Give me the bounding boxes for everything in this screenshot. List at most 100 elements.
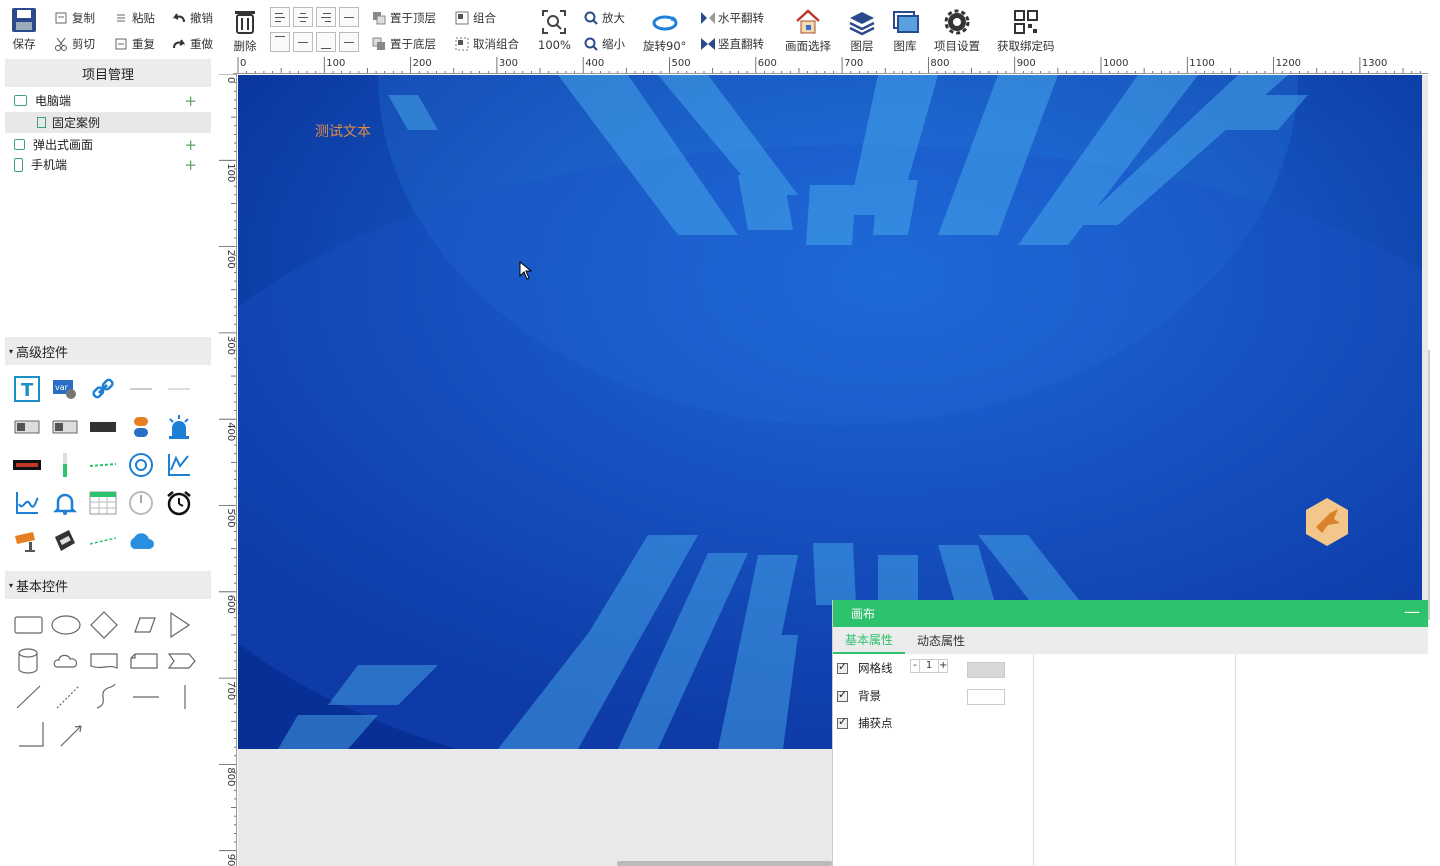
background-color-swatch[interactable] xyxy=(967,689,1005,705)
undo-button[interactable]: 撤销 xyxy=(172,10,213,26)
redo-button[interactable]: 重做 xyxy=(172,36,213,52)
bird-logo-icon[interactable] xyxy=(1304,497,1350,547)
add-mobile-page-button[interactable]: + xyxy=(184,156,197,174)
zoom-out-button[interactable]: 缩小 xyxy=(584,36,625,52)
horizontal-scrollbar[interactable] xyxy=(617,861,832,866)
align-center-button[interactable] xyxy=(293,7,313,27)
project-manager-title: 项目管理 xyxy=(81,67,134,83)
align-middle-button[interactable] xyxy=(293,32,313,52)
cylinder-shape xyxy=(18,648,38,674)
parallelogram-shape xyxy=(134,617,156,633)
dial-gauge-control[interactable] xyxy=(126,488,156,518)
gallery-button[interactable]: 图库 xyxy=(891,8,919,54)
pipe-control[interactable] xyxy=(88,450,118,480)
project-settings-button[interactable]: 项目设置 xyxy=(934,8,980,54)
clock-control[interactable] xyxy=(164,488,194,518)
grid-size-value[interactable]: 1 xyxy=(920,659,938,673)
input-box-control[interactable] xyxy=(88,412,118,442)
counter-12-control[interactable] xyxy=(50,412,80,442)
send-bottom-button[interactable]: 置于底层 xyxy=(372,36,436,52)
minimize-button[interactable]: — xyxy=(1404,604,1420,620)
line-chart-control[interactable] xyxy=(164,450,194,480)
canvas-text-label[interactable]: 测试文本 xyxy=(315,121,371,141)
basic-controls-header[interactable]: ▾ 基本控件 xyxy=(5,571,211,599)
tree-item-popup[interactable]: 弹出式画面 + xyxy=(5,134,211,155)
paste-icon xyxy=(114,11,128,25)
repeat-label: 重复 xyxy=(132,37,155,51)
link-icon xyxy=(92,378,114,399)
ungroup-button[interactable]: 取消组合 xyxy=(455,36,519,52)
gridlines-checkbox[interactable] xyxy=(837,660,848,674)
screen-select-button[interactable]: 画面选择 xyxy=(785,8,831,54)
flip-vertical-button[interactable]: 竖直翻转 xyxy=(700,36,764,52)
advanced-controls-header[interactable]: ▾ 高级控件 xyxy=(5,337,211,365)
text-control[interactable]: T xyxy=(12,374,42,404)
bell-control[interactable] xyxy=(50,488,80,518)
mouse-cursor-icon xyxy=(519,261,533,280)
vertical-scrollbar[interactable] xyxy=(1428,350,1430,620)
bring-top-button[interactable]: 置于顶层 xyxy=(372,10,436,26)
repeat-button[interactable]: 重复 xyxy=(114,36,155,52)
save-button[interactable]: 保存 xyxy=(10,6,38,52)
link-control[interactable] xyxy=(88,374,118,404)
marquee-control[interactable] xyxy=(126,374,156,404)
align-top-button[interactable] xyxy=(270,32,290,52)
background-checkbox[interactable] xyxy=(837,688,848,702)
delete-button[interactable]: 删除 xyxy=(231,8,259,54)
group-icon xyxy=(455,11,469,25)
snap-checkbox[interactable] xyxy=(837,715,848,729)
layers-button[interactable]: 图层 xyxy=(848,8,876,54)
tree-item-fixed-case[interactable]: 固定案例 xyxy=(5,112,211,133)
align-right-button[interactable] xyxy=(316,7,336,27)
weather-control[interactable] xyxy=(126,526,156,556)
text-display-control[interactable] xyxy=(164,374,194,404)
gallery-label: 图库 xyxy=(893,39,917,53)
ruler-label: 900 xyxy=(1017,58,1036,69)
camera-control[interactable] xyxy=(12,526,42,556)
tab-dynamic-properties[interactable]: 动态属性 xyxy=(905,627,977,654)
popup-icon xyxy=(14,139,25,150)
led-display-control[interactable] xyxy=(12,450,42,480)
alarm-clock-icon xyxy=(167,491,191,516)
tree-item-pc[interactable]: 电脑端 + xyxy=(5,90,211,111)
tree-item-mobile[interactable]: 手机端 + xyxy=(5,154,211,175)
device-control[interactable] xyxy=(50,526,80,556)
distribute-v-button[interactable] xyxy=(339,32,359,52)
curve-chart-control[interactable] xyxy=(12,488,42,518)
rotate-button[interactable]: 旋转90° xyxy=(643,8,686,54)
align-bottom-button[interactable] xyxy=(316,32,336,52)
layers-label: 图层 xyxy=(850,39,874,53)
add-pc-page-button[interactable]: + xyxy=(184,92,197,110)
counter-12-icon xyxy=(52,420,78,434)
stepper-increment-button[interactable]: + xyxy=(938,659,948,673)
paste-button[interactable]: 粘贴 xyxy=(114,10,155,26)
distribute-h-button[interactable] xyxy=(339,7,359,27)
stepper-decrement-button[interactable]: - xyxy=(910,659,920,673)
counter-01-control[interactable] xyxy=(12,412,42,442)
zoom-in-button[interactable]: 放大 xyxy=(584,10,625,26)
gridline-color-swatch[interactable] xyxy=(967,662,1005,678)
table-control[interactable] xyxy=(88,488,118,518)
get-binding-code-button[interactable]: 获取绑定码 xyxy=(997,8,1055,54)
flip-horizontal-button[interactable]: 水平翻转 xyxy=(700,10,764,26)
curve-shape xyxy=(96,683,116,709)
copy-button[interactable]: 复制 xyxy=(54,10,95,26)
ring-gauge-control[interactable] xyxy=(126,450,156,480)
group-button[interactable]: 组合 xyxy=(455,10,496,26)
left-panel: 项目管理 电脑端 + 固定案例 弹出式画面 + 手机端 + ▾ 高级控件 T v… xyxy=(5,58,211,866)
variable-control[interactable]: var xyxy=(50,374,80,404)
zoom-fit-button[interactable]: 100% xyxy=(538,8,571,52)
add-popup-button[interactable]: + xyxy=(184,136,197,154)
cut-button[interactable]: 剪切 xyxy=(54,36,95,52)
alarm-light-control[interactable] xyxy=(164,412,194,442)
cloud-shape xyxy=(53,654,78,668)
level-bar-control[interactable] xyxy=(50,450,80,480)
switch-control[interactable] xyxy=(126,412,156,442)
flip-horizontal-icon xyxy=(700,11,715,25)
svg-text:T: T xyxy=(21,380,34,401)
tab-basic-properties[interactable]: 基本属性 xyxy=(833,627,906,654)
align-left-button[interactable] xyxy=(270,7,290,27)
flow-line-control[interactable] xyxy=(88,526,118,556)
grid-size-stepper[interactable]: - 1 + xyxy=(910,659,948,673)
collapse-arrow-icon: ▾ xyxy=(9,346,14,356)
